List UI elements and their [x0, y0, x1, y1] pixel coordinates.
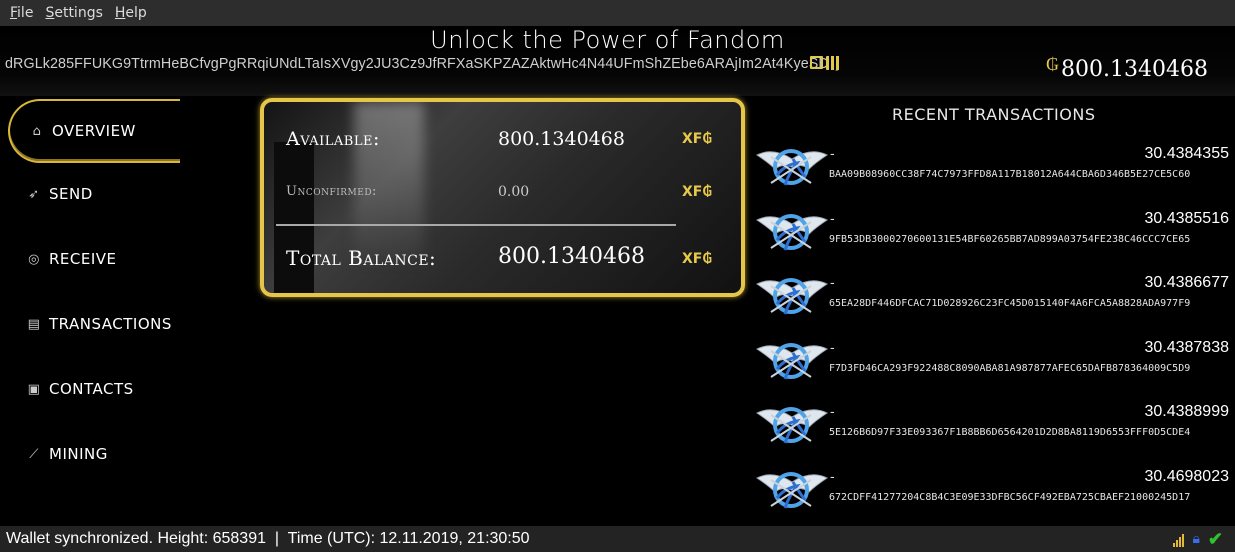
- nav-contacts[interactable]: ▣ CONTACTS: [0, 357, 180, 421]
- card-background-door: [274, 142, 314, 293]
- fandom-coin-logo-icon: [755, 403, 829, 451]
- transaction-hash: 9FB53DB3000270600131E54BF60265BB7AD899A0…: [829, 233, 1191, 245]
- nav-mining-label: MINING: [49, 445, 108, 463]
- transaction-label: -: [830, 469, 835, 485]
- fandom-coin-logo-icon: [755, 145, 829, 193]
- transaction-row[interactable]: - 30.4698023 672CDFF41277204C8B4C3E09E33DF…: [755, 468, 1231, 524]
- menu-settings[interactable]: Settings: [39, 5, 108, 21]
- card-background-light: [354, 102, 424, 262]
- currency-symbol: ₲: [1046, 54, 1060, 75]
- mining-icon: ⟋: [29, 446, 39, 462]
- transaction-label: -: [830, 276, 835, 291]
- transaction-row[interactable]: - 30.4388999 5E126B6D97F33E093367F1B8BB6D6…: [755, 403, 1231, 459]
- nav-send-label: SEND: [49, 185, 93, 203]
- home-icon: ⌂: [32, 123, 42, 139]
- signal-icon: [1173, 531, 1185, 547]
- menu-bar: File Settings Help: [0, 0, 1235, 26]
- balance-divider: [276, 224, 676, 226]
- transaction-row[interactable]: - 30.4387838 F7D3FD46CA293F922488C8090ABA8…: [755, 339, 1231, 395]
- available-label: Available:: [286, 128, 380, 150]
- nav-send[interactable]: ➶ SEND: [0, 162, 180, 226]
- transaction-amount: 30.4387838: [1144, 338, 1229, 356]
- app-title: Unlock the Power of Fandom: [430, 26, 785, 54]
- sidebar: ⌂ OVERVIEW ➶ SEND ◎ RECEIVE ▤ TRANSACTIO…: [0, 96, 180, 521]
- nav-contacts-label: CONTACTS: [49, 380, 134, 398]
- transaction-hash: BAA09B08960CC38F74C7973FFD8A117B18012A64…: [829, 169, 1191, 180]
- fandom-coin-logo-icon: [755, 339, 829, 387]
- transaction-label: -: [830, 147, 835, 162]
- transactions-icon: ▤: [27, 316, 41, 332]
- transaction-row[interactable]: - 30.4384355 BAA09B08960CC38F74C7973FFD8A1…: [755, 145, 1231, 201]
- wallet-address: dRGLk285FFUKG9TtrmHeBCfvgPgRRqiUNdLTaIsX…: [5, 56, 841, 72]
- unconfirmed-value: 0.00: [498, 184, 530, 200]
- available-ticker: XF₲: [682, 131, 713, 147]
- total-label: Total Balance:: [286, 246, 437, 270]
- status-text: Wallet synchronized. Height: 658391 | Ti…: [6, 530, 530, 547]
- balance-card: Available: 800.1340468 XF₲ Unconfirmed: …: [260, 98, 745, 297]
- transaction-amount: 30.4698023: [1144, 467, 1229, 485]
- header-balance-value: 800.1340468: [1061, 57, 1208, 82]
- send-icon: ➶: [28, 186, 40, 202]
- header: Unlock the Power of Fandom dRGLk285FFUKG…: [0, 26, 1235, 96]
- menu-help[interactable]: Help: [109, 5, 153, 21]
- qr-code-icon[interactable]: [826, 56, 840, 70]
- unconfirmed-ticker: XF₲: [682, 184, 713, 200]
- unconfirmed-label: Unconfirmed:: [286, 184, 377, 199]
- transaction-row[interactable]: - 30.4386677 65EA28DF446DFCAC71D028926C23F…: [755, 274, 1231, 330]
- transaction-amount: 30.4384355: [1144, 145, 1229, 162]
- recent-transactions-title: RECENT TRANSACTIONS: [892, 105, 1096, 124]
- transaction-hash: F7D3FD46CA293F922488C8090ABA81A987877AFE…: [829, 362, 1191, 374]
- total-value: 800.1340468: [498, 244, 645, 269]
- transaction-amount: 30.4385516: [1144, 209, 1229, 227]
- lock-icon[interactable]: 🔒︎: [1192, 530, 1199, 547]
- transaction-hash: 65EA28DF446DFCAC71D028926C23FC45D015140F…: [829, 298, 1191, 309]
- menu-file[interactable]: File: [4, 5, 39, 21]
- receive-icon: ◎: [28, 251, 40, 267]
- transaction-amount: 30.4388999: [1144, 403, 1229, 420]
- nav-receive-label: RECEIVE: [49, 250, 117, 268]
- header-balance: ₲800.1340468: [1046, 54, 1208, 82]
- transaction-amount: 30.4386677: [1144, 274, 1229, 291]
- fandom-coin-logo-icon: [755, 210, 829, 258]
- transaction-label: -: [830, 405, 835, 420]
- status-bar: Wallet synchronized. Height: 658391 | Ti…: [0, 526, 1235, 552]
- nav-transactions[interactable]: ▤ TRANSACTIONS: [0, 292, 180, 356]
- transaction-hash: 672CDFF41277204C8B4C3E09E33DFBC56CF492EB…: [829, 491, 1191, 503]
- fandom-coin-logo-icon: [755, 274, 829, 322]
- fandom-coin-logo-icon: [755, 468, 829, 516]
- contacts-icon: ▣: [27, 381, 41, 397]
- nav-transactions-label: TRANSACTIONS: [49, 315, 172, 333]
- transaction-row[interactable]: - 30.4385516 9FB53DB3000270600131E54BF6026…: [755, 210, 1231, 266]
- copy-icon[interactable]: [810, 56, 823, 69]
- transaction-label: -: [830, 340, 835, 356]
- transaction-hash: 5E126B6D97F33E093367F1B8BB6D6564201D2D8B…: [829, 427, 1191, 438]
- status-icons: 🔒︎ ✔: [1173, 529, 1223, 549]
- sync-check-icon: ✔: [1207, 529, 1223, 549]
- address-actions: [810, 56, 840, 70]
- available-value: 800.1340468: [498, 128, 625, 150]
- nav-receive[interactable]: ◎ RECEIVE: [0, 227, 180, 291]
- nav-mining[interactable]: ⟋ MINING: [0, 422, 180, 486]
- nav-overview-label: OVERVIEW: [52, 122, 136, 140]
- transaction-label: -: [830, 211, 835, 227]
- total-ticker: XF₲: [682, 251, 713, 267]
- nav-overview[interactable]: ⌂ OVERVIEW: [8, 99, 180, 163]
